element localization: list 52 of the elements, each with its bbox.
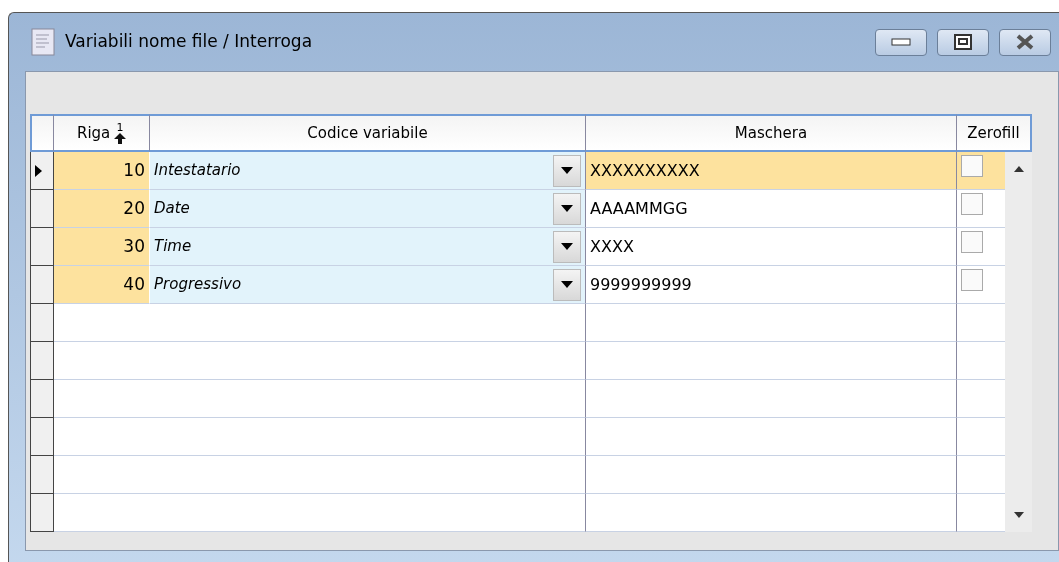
row-header[interactable]: [30, 494, 54, 532]
caret-icon: [561, 281, 573, 288]
dropdown-button[interactable]: [553, 230, 581, 263]
table-cell: 9999999999: [586, 266, 957, 304]
column-header[interactable]: Maschera: [586, 114, 957, 152]
maximize-icon: [954, 34, 972, 50]
table-cell-text: Intestatario: [154, 160, 241, 182]
header-label: Riga: [76, 122, 111, 144]
table-cell: 40: [54, 266, 150, 304]
row-header[interactable]: [30, 456, 54, 494]
window-title: Variabili nome file / Interroga: [65, 30, 314, 54]
scroll-down-icon[interactable]: [1013, 512, 1024, 518]
dropdown-button[interactable]: [553, 268, 581, 301]
table-cell: 10: [54, 152, 150, 190]
close-icon: [1015, 34, 1035, 50]
current-row-icon: [35, 164, 42, 177]
maximize-button[interactable]: [937, 28, 989, 56]
row-header[interactable]: [30, 228, 54, 266]
table-cell-text: Time: [154, 236, 192, 258]
table-cell: XXXX: [586, 228, 957, 266]
row-header[interactable]: [30, 342, 54, 380]
column-header[interactable]: Codice variabile: [150, 114, 586, 152]
minimize-icon: [891, 38, 911, 46]
row-header[interactable]: [30, 152, 54, 190]
row-header[interactable]: [30, 266, 54, 304]
column-header[interactable]: Zerofill: [957, 114, 1032, 152]
checkbox[interactable]: [961, 192, 983, 215]
sort-arrow-icon: [114, 132, 127, 144]
caret-icon: [561, 243, 573, 250]
table-cell-text: Progressivo: [154, 274, 242, 296]
table-cell: AAAAMMGG: [586, 190, 957, 228]
table-cell: 30: [54, 228, 150, 266]
scroll-up-icon[interactable]: [1013, 166, 1024, 172]
caret-icon: [561, 205, 573, 212]
table-cell-text: Date: [154, 198, 190, 220]
table-cell: XXXXXXXXXX: [586, 152, 957, 190]
scrollbar[interactable]: [1005, 152, 1032, 532]
checkbox[interactable]: [961, 230, 983, 253]
row-header[interactable]: [30, 418, 54, 456]
sort-order: 1: [116, 122, 124, 133]
checkbox[interactable]: [961, 154, 983, 177]
table-cell: 20: [54, 190, 150, 228]
dropdown-button[interactable]: [553, 154, 581, 187]
checkbox[interactable]: [961, 268, 983, 291]
dropdown-button[interactable]: [553, 192, 581, 225]
minimize-button[interactable]: [875, 28, 927, 56]
row-header[interactable]: [30, 380, 54, 418]
close-button[interactable]: [999, 28, 1051, 56]
document-icon: [31, 28, 55, 56]
caret-icon: [561, 167, 573, 174]
row-header[interactable]: [30, 190, 54, 228]
row-header[interactable]: [30, 304, 54, 342]
